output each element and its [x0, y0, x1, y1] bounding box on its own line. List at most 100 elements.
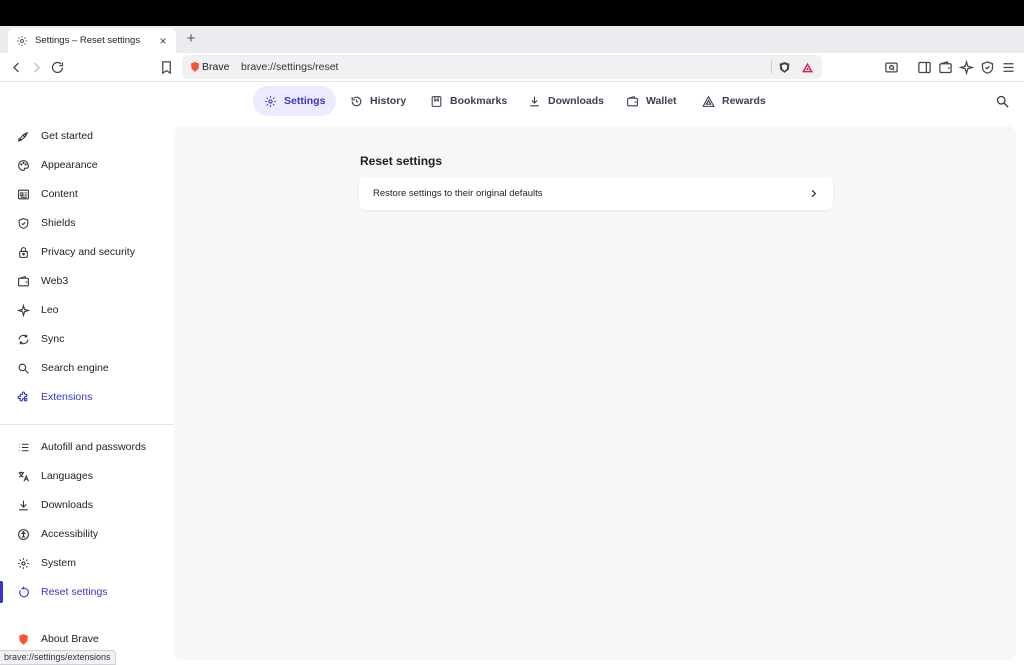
tab-title: Settings – Reset settings — [35, 35, 141, 46]
nav-label: History — [370, 95, 407, 107]
sidebar-item-label: Downloads — [41, 499, 93, 511]
sidebar-item-label: Appearance — [41, 159, 98, 171]
sidebar-item-leo[interactable]: Leo — [0, 297, 174, 323]
sidebar-item-label: Autofill and passwords — [41, 441, 147, 453]
sidebar-item-appearance[interactable]: Appearance — [0, 152, 174, 178]
restore-defaults-row[interactable]: Restore settings to their original defau… — [359, 177, 833, 210]
nav-label: Settings — [284, 95, 326, 107]
url-text[interactable]: brave://settings/reset — [241, 61, 338, 73]
nav-label: Rewards — [722, 95, 766, 107]
sidebar-item-label: Accessibility — [41, 528, 99, 540]
forward-icon[interactable] — [29, 60, 44, 75]
sidebar-item-reset-settings[interactable]: Reset settings — [0, 579, 174, 605]
download-icon — [19, 500, 28, 510]
browser-toolbar: Brave brave://settings/reset — [0, 53, 1024, 82]
sidebar-item-label: Privacy and security — [41, 246, 135, 258]
status-bar-link-preview: brave://settings/extensions — [0, 650, 116, 665]
nav-bookmarks[interactable]: Bookmarks — [419, 86, 518, 116]
sidebar-item-label: Shields — [41, 217, 76, 229]
divider — [771, 60, 772, 74]
gear-icon — [18, 557, 29, 569]
sidebar-item-label: System — [41, 557, 77, 569]
sidebar-item-languages[interactable]: Languages — [0, 463, 174, 489]
sidebar-item-label: Extensions — [41, 391, 93, 403]
wallet-icon[interactable] — [938, 60, 953, 75]
nav-settings[interactable]: Settings — [253, 86, 337, 116]
sidebar-item-label: Search engine — [41, 362, 109, 374]
settings-content: Reset settings Restore settings to their… — [174, 126, 1016, 660]
sidebar-item-label: Leo — [41, 304, 59, 316]
download-icon — [530, 96, 539, 106]
new-tab-button[interactable]: + — [183, 31, 199, 47]
history-icon — [351, 96, 362, 106]
sidebar-item-web3[interactable]: Web3 — [0, 268, 174, 294]
page-title: Reset settings — [360, 154, 443, 168]
sidebar-item-downloads[interactable]: Downloads — [0, 492, 174, 518]
nav-label: Bookmarks — [450, 95, 508, 107]
sidebar-item-label: Content — [41, 188, 78, 200]
nav-label: Downloads — [548, 95, 605, 107]
settings-page: Settings History Bookmarks Downloads Wal… — [0, 82, 1024, 665]
lock-icon — [19, 246, 28, 258]
translate-icon — [18, 471, 29, 482]
sparkle-icon — [17, 303, 30, 317]
nav-downloads[interactable]: Downloads — [517, 86, 615, 116]
brave-lion-icon — [189, 61, 201, 73]
close-tab-icon[interactable]: × — [156, 34, 170, 48]
sidebar-item-extensions[interactable]: Extensions — [0, 384, 174, 410]
settings-sidebar: Get started Appearance Content Shields P… — [0, 125, 174, 665]
sidebar-item-label: Sync — [41, 333, 65, 345]
reload-icon[interactable] — [50, 60, 65, 75]
bookmarks-icon — [431, 95, 442, 107]
vpn-icon[interactable] — [980, 60, 995, 75]
tab-strip: Settings – Reset settings × + — [0, 26, 1024, 53]
brave-shields-icon[interactable] — [778, 61, 791, 74]
back-icon[interactable] — [9, 60, 24, 75]
reset-icon — [19, 586, 29, 597]
nav-wallet[interactable]: Wallet — [615, 86, 688, 116]
sidebar-item-content[interactable]: Content — [0, 181, 174, 207]
sidebar-divider — [0, 424, 174, 425]
tab-search-icon[interactable] — [884, 60, 899, 75]
settings-top-nav: Settings History Bookmarks Downloads Wal… — [0, 82, 1024, 120]
sidebar-item-accessibility[interactable]: Accessibility — [0, 521, 174, 547]
sidebar-item-privacy[interactable]: Privacy and security — [0, 239, 174, 265]
brave-rewards-icon[interactable] — [801, 61, 814, 74]
sidebar-item-about-brave[interactable]: About Brave — [0, 626, 174, 652]
sidebar-item-label: Reset settings — [41, 586, 108, 598]
content-icon — [18, 189, 29, 199]
wallet-icon — [18, 275, 29, 286]
leo-icon[interactable] — [959, 60, 974, 75]
sync-icon — [18, 334, 29, 344]
palette-icon — [18, 159, 29, 171]
search-settings-icon[interactable] — [995, 94, 1010, 109]
sidebar-toggle-icon[interactable] — [917, 60, 932, 75]
sidebar-item-label: About Brave — [41, 633, 99, 645]
sidebar-item-label: Languages — [41, 470, 93, 482]
sidebar-item-search-engine[interactable]: Search engine — [0, 355, 174, 381]
search-icon — [18, 363, 29, 374]
sidebar-item-shields[interactable]: Shields — [0, 210, 174, 236]
puzzle-icon — [17, 391, 28, 401]
site-name: Brave — [202, 61, 230, 73]
rocket-icon — [17, 131, 29, 142]
bookmark-icon[interactable] — [159, 60, 174, 75]
menu-icon[interactable] — [1001, 60, 1016, 75]
nav-label: Wallet — [646, 95, 677, 107]
sidebar-item-get-started[interactable]: Get started — [0, 123, 174, 149]
sidebar-item-system[interactable]: System — [0, 550, 174, 576]
restore-defaults-label: Restore settings to their original defau… — [373, 188, 543, 199]
sidebar-item-autofill[interactable]: Autofill and passwords — [0, 434, 174, 460]
gear-icon — [16, 35, 28, 47]
sidebar-item-label: Web3 — [41, 275, 69, 287]
nav-rewards[interactable]: Rewards — [691, 86, 777, 116]
system-menu-bar — [0, 0, 1024, 26]
address-bar[interactable]: Brave brave://settings/reset — [182, 55, 822, 79]
chevron-right-icon — [808, 188, 819, 199]
sidebar-item-sync[interactable]: Sync — [0, 326, 174, 352]
sidebar-item-label: Get started — [41, 130, 93, 142]
brave-logo-icon — [19, 633, 28, 645]
nav-history[interactable]: History — [339, 86, 417, 116]
rewards-icon — [702, 95, 715, 107]
tab-settings-reset[interactable]: Settings – Reset settings × — [8, 28, 176, 53]
